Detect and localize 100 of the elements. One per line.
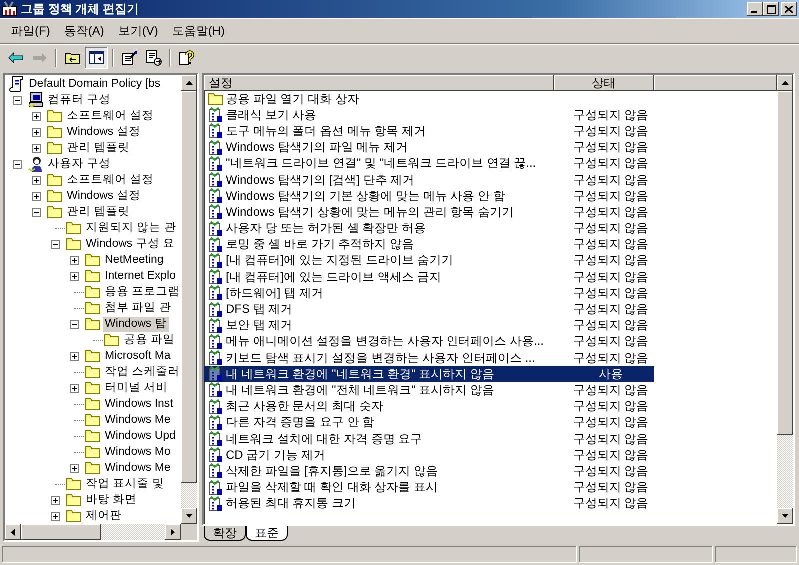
list-row[interactable]: 삭제한 파일을 [휴지통]으로 옮기지 않음 구성되지 않음 — [204, 463, 654, 480]
tree-item[interactable]: Windows Me — [103, 412, 173, 428]
tree-item[interactable]: 관리 템플릿 — [65, 204, 132, 220]
maximize-button[interactable] — [763, 2, 779, 16]
list-row[interactable]: 다른 자격 증명을 요구 안 함 구성되지 않음 — [204, 414, 654, 431]
list-row[interactable]: 클래식 보기 사용 구성되지 않음 — [204, 107, 654, 124]
list-row[interactable]: "네트워크 드라이브 연결" 및 "네트워크 드라이브 연결 끊... 구성되지 않음 — [204, 156, 654, 172]
tree-item[interactable]: 컴퓨터 구성 — [46, 92, 114, 108]
tree-item[interactable]: Windows 구성 요 — [84, 236, 178, 252]
column-header[interactable]: 상태 — [554, 75, 654, 91]
view-tab[interactable]: 확장 — [204, 526, 246, 541]
list-row[interactable]: [내 컴퓨터]에 있는 지정된 드라이브 숨기기 구성되지 않음 — [204, 252, 654, 270]
tree-item[interactable]: 첨부 파일 관 — [103, 300, 174, 316]
tree-item[interactable]: Default Domain Policy [bs — [27, 76, 163, 92]
list-row[interactable]: 키보드 탐색 표시기 설정을 변경하는 사용자 인터페이스 ... 구성되지 않음 — [204, 350, 654, 366]
list-row[interactable]: 사용자 당 또는 허가된 셸 확장만 허용 구성되지 않음 — [204, 220, 654, 237]
menu-item[interactable]: 보기(V) — [111, 20, 166, 42]
list-row[interactable]: 파일을 삭제할 때 확인 대화 상자를 표시 구성되지 않음 — [204, 480, 654, 496]
expand-toggle[interactable] — [51, 240, 60, 248]
list-row[interactable]: 내 네트워크 환경에 "전체 네트워크" 표시하지 않음 구성되지 않음 — [204, 382, 654, 399]
tree-item[interactable]: 제어판 — [84, 508, 124, 524]
scroll-up-button[interactable] — [181, 75, 197, 91]
expand-toggle[interactable] — [70, 320, 79, 328]
tree-button[interactable] — [85, 46, 108, 68]
expand-toggle[interactable] — [13, 96, 22, 104]
tree-item[interactable]: 지원되지 않는 관 — [84, 220, 178, 236]
tree-item[interactable]: Windows Upd — [103, 428, 178, 444]
list-row[interactable]: 메뉴 애니메이션 설정을 변경하는 사용자 인터페이스 사용... 구성되지 않음 — [204, 334, 654, 350]
menu-item[interactable]: 도움말(H) — [165, 20, 232, 42]
tree-item[interactable]: Windows 설정 — [65, 188, 143, 204]
expand-toggle[interactable] — [70, 384, 79, 392]
tree-item[interactable]: 응용 프로그램 — [103, 284, 181, 300]
scroll-left-button[interactable] — [5, 524, 21, 540]
expand-toggle[interactable] — [32, 128, 41, 136]
folder-icon — [47, 189, 63, 203]
list-row[interactable]: CD 굽기 기능 제거 구성되지 않음 — [204, 447, 654, 464]
tree-item[interactable]: 공용 파일 — [122, 332, 178, 348]
policy-icon — [208, 302, 224, 318]
close-button[interactable] — [781, 2, 797, 16]
menu-item[interactable]: 동작(A) — [57, 20, 112, 42]
list-row[interactable]: Windows 탐색기의 [검색] 단추 제거 구성되지 않음 — [204, 172, 654, 188]
expand-toggle[interactable] — [70, 464, 79, 472]
list-row[interactable]: 공용 파일 열기 대화 상자 — [204, 91, 654, 108]
scroll-up-button[interactable] — [777, 75, 793, 91]
expand-toggle[interactable] — [32, 112, 41, 120]
list-row[interactable]: 로밍 중 셸 바로 가기 추적하지 않음 구성되지 않음 — [204, 236, 654, 253]
list-row[interactable]: 도구 메뉴의 폴더 옵션 메뉴 항목 제거 구성되지 않음 — [204, 123, 654, 140]
expand-toggle[interactable] — [51, 496, 60, 504]
list-row[interactable]: 네트워크 설치에 대한 자격 증명 요구 구성되지 않음 — [204, 430, 654, 448]
list-row[interactable]: Windows 탐색기의 기본 상황에 맞는 메뉴 사용 안 함 구성되지 않음 — [204, 188, 654, 204]
expand-toggle[interactable] — [32, 192, 41, 200]
expand-toggle[interactable] — [51, 512, 60, 520]
list-row[interactable]: Windows 탐색기의 파일 메뉴 제거 구성되지 않음 — [204, 140, 654, 156]
tree-item[interactable]: Windows Inst — [103, 396, 176, 412]
tree-item[interactable]: 작업 스케줄러 — [103, 364, 181, 380]
policy-state: 구성되지 않음 — [572, 172, 650, 189]
scrollbar-thumb[interactable] — [777, 91, 793, 435]
list-row[interactable]: DFS 탭 제거 구성되지 않음 — [204, 301, 654, 318]
list-row[interactable]: [하드웨어] 탭 제거 구성되지 않음 — [204, 285, 654, 302]
minimize-button[interactable] — [747, 2, 763, 16]
policy-name: [하드웨어] 탭 제거 — [226, 286, 324, 301]
tree-item[interactable]: 관리 템플릿 — [65, 140, 132, 156]
tree-item[interactable]: 소프트웨어 설정 — [65, 108, 156, 124]
scroll-down-button[interactable] — [777, 508, 793, 524]
list-row[interactable]: 최근 사용한 문서의 최대 숫자 구성되지 않음 — [204, 398, 654, 415]
expand-toggle[interactable] — [70, 352, 79, 360]
help-icon — [178, 50, 194, 66]
tree-item[interactable]: 사용자 구성 — [46, 156, 114, 172]
list-row[interactable]: Windows 탐색기 상황에 맞는 메뉴의 관리 항목 숨기기 구성되지 않음 — [204, 204, 654, 220]
expand-toggle[interactable] — [32, 144, 41, 152]
tree-item[interactable]: Windows 설정 — [65, 124, 143, 140]
tree-item[interactable]: 소프트웨어 설정 — [65, 172, 156, 188]
expand-toggle[interactable] — [70, 256, 79, 264]
tree-item[interactable]: Windows Me — [103, 460, 173, 476]
tree-item[interactable]: Windows 탐 — [103, 316, 169, 332]
list-row[interactable]: 보안 탭 제거 구성되지 않음 — [204, 318, 654, 334]
expand-toggle[interactable] — [13, 160, 22, 168]
expand-toggle[interactable] — [70, 272, 79, 280]
column-header[interactable]: 설정 — [204, 75, 554, 91]
tree-item[interactable]: 터미널 서비 — [103, 380, 170, 396]
tree-item[interactable]: Internet Explo — [103, 268, 178, 284]
list-row[interactable]: [내 컴퓨터]에 있는 드라이브 액세스 금지 구성되지 않음 — [204, 269, 654, 286]
tree-item[interactable]: Microsoft Ma — [103, 348, 173, 364]
view-tab[interactable]: 표준 — [246, 526, 288, 541]
scrollbar-thumb[interactable] — [181, 91, 197, 483]
menu-item[interactable]: 파일(F) — [4, 20, 58, 42]
column-header[interactable] — [654, 75, 777, 91]
expand-toggle[interactable] — [32, 176, 41, 184]
tree-item[interactable]: 작업 표시줄 및 — [84, 476, 166, 492]
tree-item[interactable]: 바탕 화면 — [84, 492, 140, 508]
list-row[interactable]: 허용된 최대 휴지통 크기 구성되지 않음 — [204, 496, 654, 512]
tree-item[interactable]: NetMeeting — [103, 252, 166, 268]
scroll-right-button[interactable] — [165, 524, 181, 540]
scroll-down-button[interactable] — [181, 508, 197, 524]
list-row[interactable]: 내 네트워크 환경에 "네트워크 환경" 표시하지 않음 사용 — [204, 366, 654, 382]
folder-icon — [85, 381, 101, 395]
expand-toggle[interactable] — [32, 208, 41, 216]
policy-state: 구성되지 않음 — [572, 301, 650, 318]
scrollbar-thumb[interactable] — [21, 524, 101, 540]
tree-item[interactable]: Windows Mo — [103, 444, 173, 460]
